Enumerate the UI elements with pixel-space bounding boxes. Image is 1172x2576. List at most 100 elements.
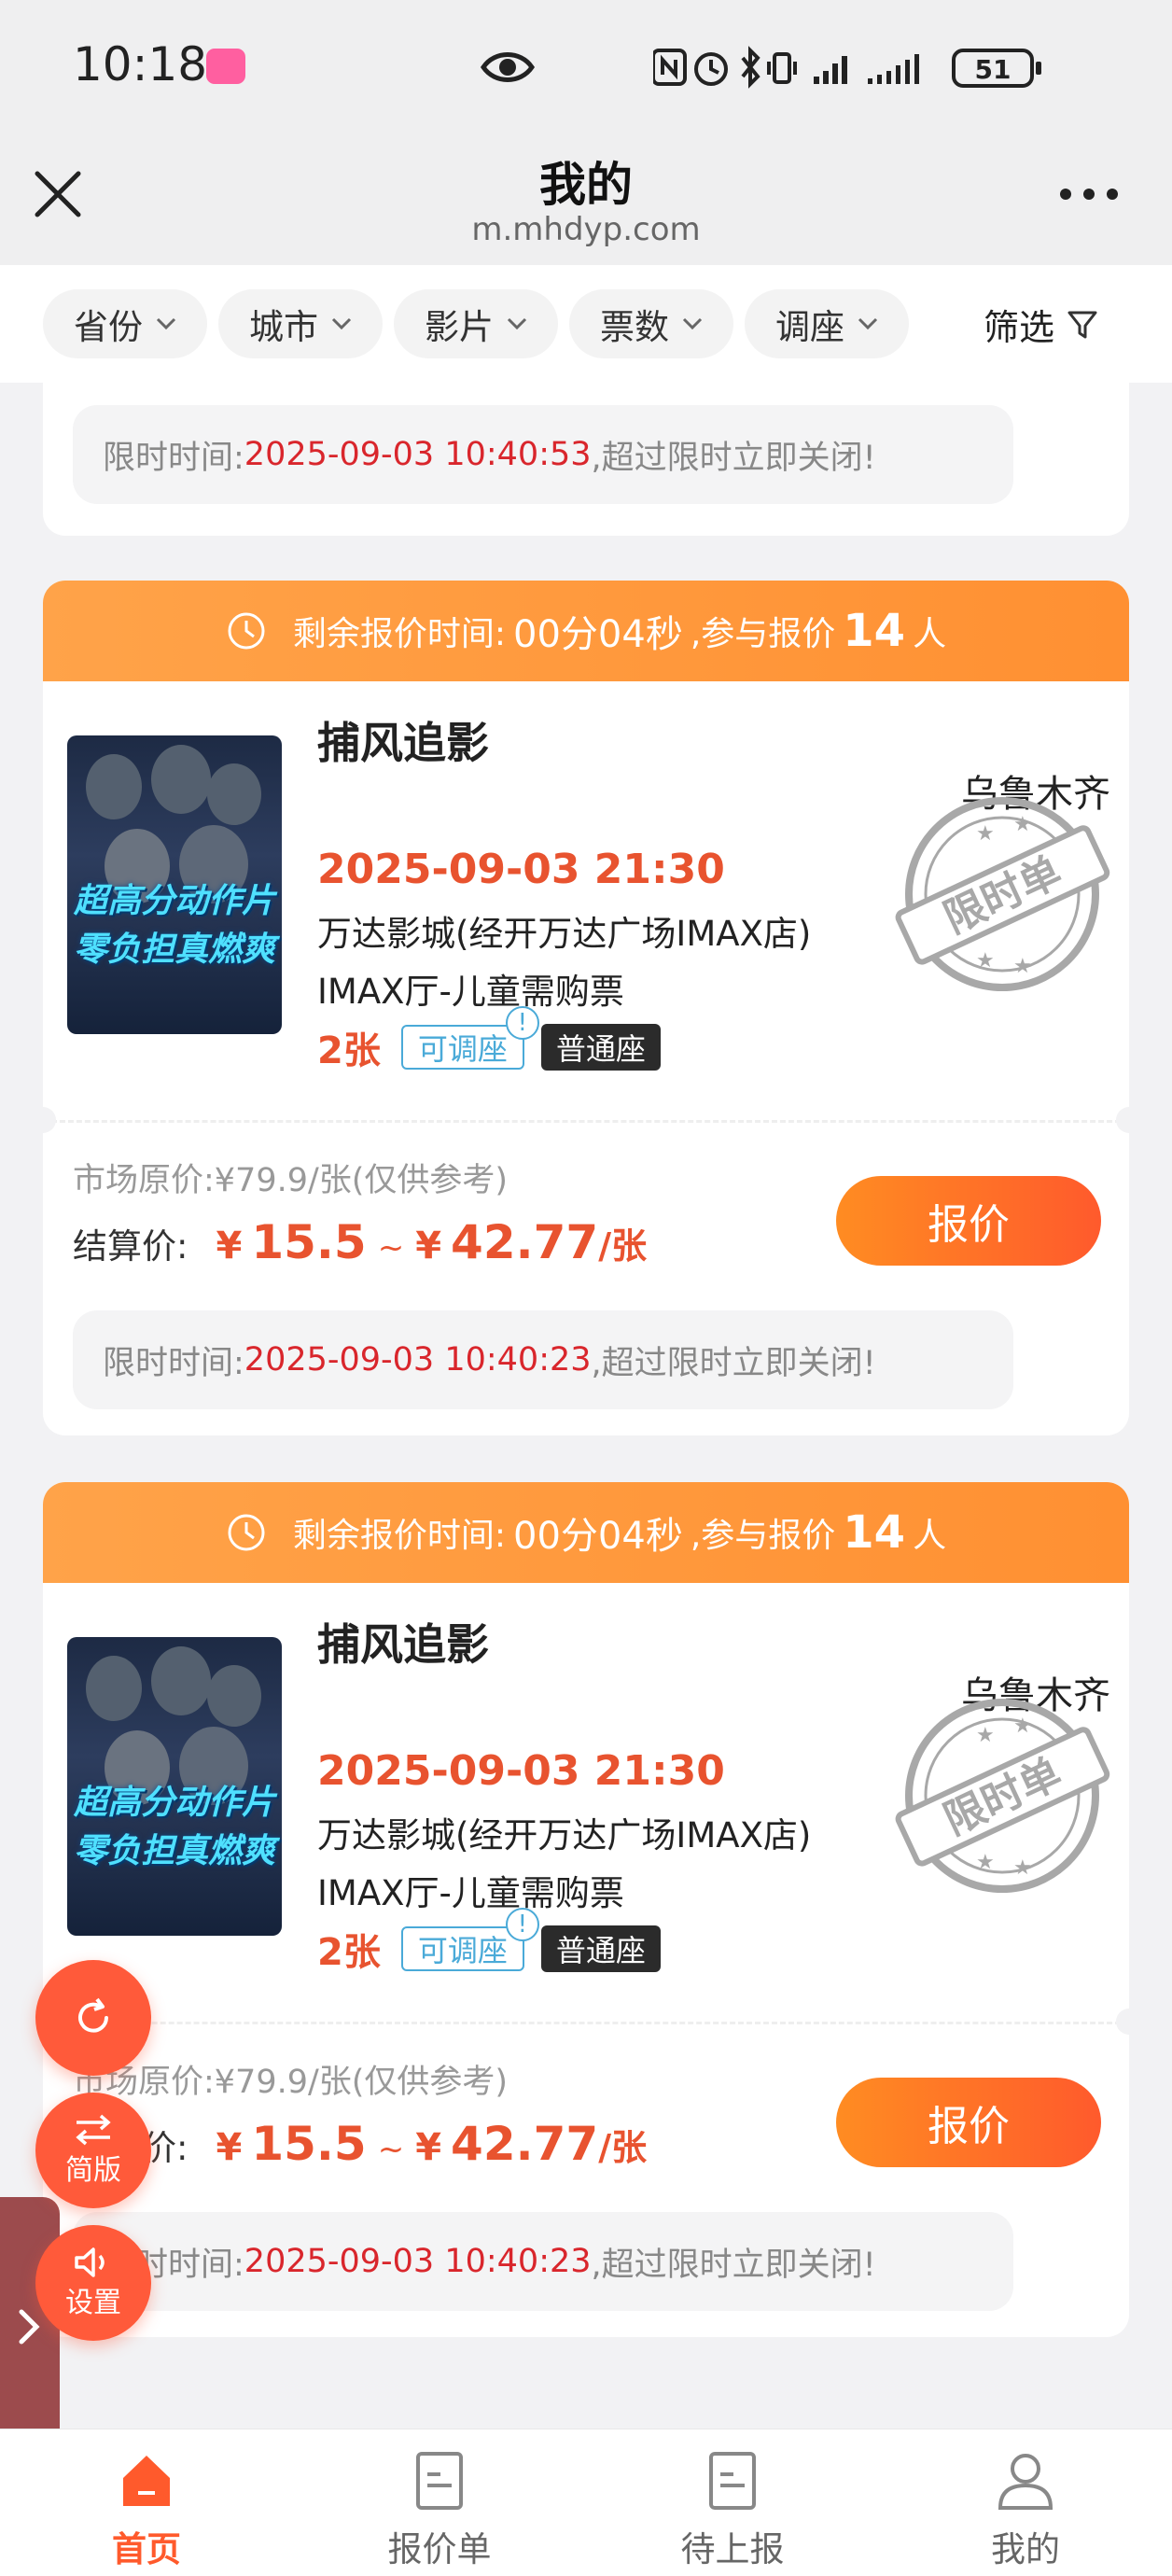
nav-label: 待上报 (680, 2529, 785, 2569)
chevron-down-icon (507, 317, 527, 330)
deadline-label: 限时时间: (103, 1344, 244, 1382)
participants-unit: 人 (913, 615, 947, 653)
remaining-label: 剩余报价时间: (292, 1517, 507, 1555)
svg-text:★: ★ (1013, 1715, 1032, 1738)
deadline-suffix: ,超过限时立即关闭! (591, 439, 876, 477)
card-divider (43, 2022, 1129, 2024)
deadline-suffix: ,超过限时立即关闭! (591, 1344, 876, 1382)
app-notification-icon (206, 49, 245, 84)
svg-text:★: ★ (976, 822, 995, 846)
cinema-name: 万达影城(经开万达广场IMAX店) (317, 914, 812, 954)
simple-mode-button[interactable]: 简版 (35, 2093, 151, 2208)
nav-label: 我的 (991, 2529, 1060, 2569)
price-min: 15.5 (251, 1215, 367, 1269)
settlement-label: 结算价: (73, 1226, 188, 1267)
chevron-down-icon (156, 317, 176, 330)
svg-text:★: ★ (1013, 955, 1032, 978)
seat-type-tag: 普通座 (540, 1024, 661, 1071)
card-header: 剩余报价时间: 00分04秒 ,参与报价 14 人 (43, 1482, 1129, 1583)
title-bar: 我的 m.mhdyp.com (0, 131, 1172, 265)
clock-icon (228, 1514, 265, 1551)
quote-button[interactable]: 报价 (836, 1176, 1101, 1266)
side-drawer-handle[interactable] (0, 2197, 60, 2457)
info-icon[interactable]: ! (505, 1908, 539, 1941)
info-icon[interactable]: ! (505, 1006, 539, 1040)
price-max: 42.77 (451, 2117, 599, 2171)
participants-count: 14 (843, 605, 906, 657)
quote-button[interactable]: 报价 (836, 2078, 1101, 2167)
settlement-price: 结算价: ¥ 15.5 ~ ¥ 42.77 /张 (73, 2117, 647, 2182)
status-bar: 10:18 51 (0, 0, 1172, 131)
filter-ticket-count[interactable]: 票数 (569, 289, 733, 358)
settings-label: 设置 (65, 2287, 121, 2319)
order-card[interactable]: 剩余报价时间: 00分04秒 ,参与报价 14 人 超高分动作片 零负担真燃爽 … (43, 1482, 1129, 2337)
participants-count: 14 (843, 1506, 906, 1559)
nav-label: 报价单 (387, 2529, 492, 2569)
hall-info: IMAX厅-儿童需购票 (317, 1873, 624, 1913)
home-icon (123, 2456, 170, 2506)
deadline-time: 2025-09-03 10:40:23 (244, 1341, 592, 1379)
movie-poster: 超高分动作片 零负担真燃爽 (67, 1637, 282, 1936)
currency-symbol: ¥ (216, 1225, 243, 1267)
order-card[interactable]: 剩余报价时间: 00分04秒 ,参与报价 14 人 超高分动作片 零负担真燃爽 … (43, 581, 1129, 1435)
deadline-notice: 限时时间: 2025-09-03 10:40:23 ,超过限时立即关闭! (73, 2212, 1013, 2311)
poster-text: 零负担真燃爽 (73, 1832, 275, 1870)
price-separator: ~ (377, 2131, 405, 2168)
deadline-notice: 限时时间: 2025-09-03 10:40:23 ,超过限时立即关闭! (73, 1310, 1013, 1409)
svg-text:★: ★ (1013, 813, 1032, 836)
remaining-label: 剩余报价时间: (292, 615, 507, 653)
filter-button[interactable]: 筛选 (984, 289, 1099, 358)
nav-mine[interactable]: 我的 (879, 2429, 1172, 2576)
deadline-label: 限时时间: (103, 439, 244, 477)
card-divider (43, 1120, 1129, 1123)
clock-icon (228, 612, 265, 650)
participants-unit: 人 (913, 1517, 947, 1555)
document-icon (709, 2452, 756, 2510)
filter-label: 影片 (425, 307, 494, 347)
nav-pending-report[interactable]: 待上报 (586, 2429, 879, 2576)
filter-seat-adjust[interactable]: 调座 (745, 289, 909, 358)
battery-level: 51 (975, 54, 1012, 85)
movie-poster: 超高分动作片 零负担真燃爽 (67, 735, 282, 1034)
poster-text: 超高分动作片 (73, 1784, 275, 1822)
speaker-icon (75, 2247, 105, 2277)
limited-order-stamp: 限时单 ★ ★ ★ ★ (895, 1699, 1110, 1893)
seat-adjust-label: 可调座 (417, 1933, 508, 1968)
order-card-partial: 限时时间: 2025-09-03 10:40:53 ,超过限时立即关闭! (43, 383, 1129, 536)
nav-quote-list[interactable]: 报价单 (293, 2429, 586, 2576)
card-notch (43, 1107, 56, 1133)
svg-text:★: ★ (976, 1724, 995, 1747)
poster-text: 超高分动作片 (73, 882, 275, 920)
limited-order-stamp: 限时单 ★ ★ ★ ★ (895, 797, 1110, 991)
market-price: 市场原价:¥79.9/张(仅供参考) (73, 2064, 509, 2101)
more-icon[interactable] (1056, 183, 1122, 205)
filter-label: 省份 (74, 307, 143, 347)
hall-info: IMAX厅-儿童需购票 (317, 972, 624, 1012)
seat-type-tag: 普通座 (540, 1925, 661, 1972)
settlement-price: 结算价: ¥ 15.5 ~ ¥ 42.77 /张 (73, 1215, 647, 1281)
seat-adjust-tag[interactable]: 可调座 ! (400, 1006, 539, 1070)
refresh-button[interactable] (35, 1960, 151, 2076)
nav-home[interactable]: 首页 (0, 2429, 293, 2576)
filter-bar: 省份 城市 影片 票数 调座 筛选 (0, 265, 1172, 383)
settings-button[interactable]: 设置 (35, 2225, 151, 2341)
card-header: 剩余报价时间: 00分04秒 ,参与报价 14 人 (43, 581, 1129, 681)
participants-label: ,参与报价 (690, 615, 836, 653)
poster-text: 零负担真燃爽 (73, 931, 275, 969)
currency-symbol: ¥ (216, 2126, 243, 2169)
svg-text:★: ★ (1013, 1856, 1032, 1880)
deadline-time: 2025-09-03 10:40:53 (244, 436, 592, 473)
bottom-navigation: 首页 报价单 待上报 我的 (0, 2429, 1172, 2576)
currency-symbol: ¥ (415, 2126, 442, 2169)
simple-mode-label: 简版 (65, 2154, 121, 2187)
eye-icon (480, 52, 536, 82)
seat-adjust-tag[interactable]: 可调座 ! (400, 1908, 539, 1971)
price-max: 42.77 (451, 1215, 599, 1269)
show-time: 2025-09-03 21:30 (317, 846, 725, 893)
filter-city[interactable]: 城市 (218, 289, 383, 358)
funnel-icon (1067, 311, 1097, 339)
filter-label: 票数 (600, 307, 669, 347)
filter-film[interactable]: 影片 (394, 289, 558, 358)
filter-province[interactable]: 省份 (43, 289, 207, 358)
price-unit: /张 (598, 1225, 648, 1267)
